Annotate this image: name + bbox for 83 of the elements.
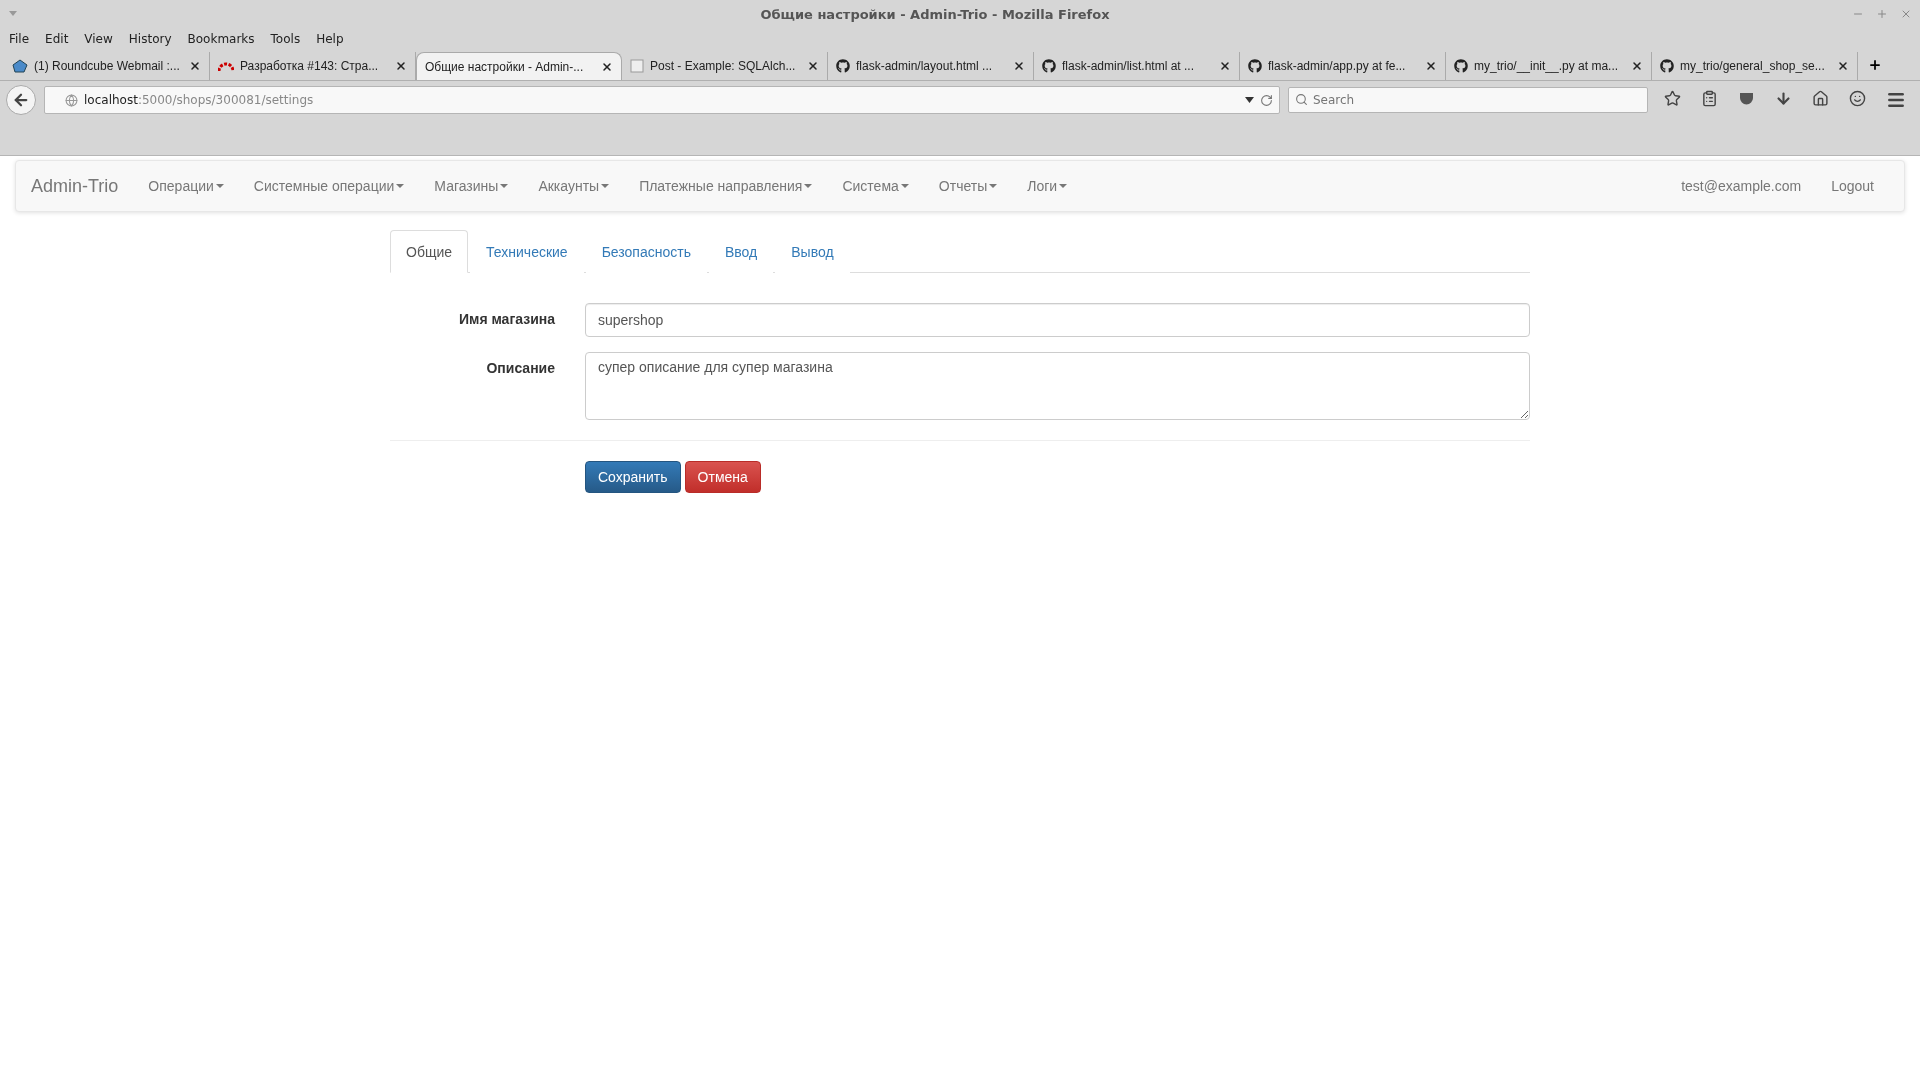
github-icon [1042, 59, 1056, 73]
github-icon [1660, 59, 1674, 73]
caret-icon [804, 184, 813, 188]
field-label: Описание [485, 359, 555, 378]
nav-dropdown[interactable]: Системные операции [238, 178, 420, 194]
tab-title: (1) Roundcube Webmail :... [34, 59, 181, 73]
window-title: Общие настройки - Admin-Trio - Mozilla Firefox [759, 6, 1111, 22]
reload-icon[interactable] [1260, 93, 1273, 107]
caret-icon [215, 184, 224, 188]
github-icon [1454, 59, 1468, 73]
settings-tab[interactable]: Общие [390, 230, 469, 273]
shield-icon[interactable] [1738, 90, 1755, 107]
tab-title: Post - Example: SQLAlch... [650, 59, 797, 73]
menu-item[interactable]: Edit [40, 32, 74, 46]
caret-icon [989, 184, 998, 188]
close-icon[interactable] [1013, 60, 1025, 72]
nav-dropdown[interactable]: Операции [133, 178, 239, 194]
menu-item[interactable]: Bookmarks [182, 32, 260, 46]
new-tab-icon[interactable] [1868, 58, 1882, 72]
caret-icon [500, 184, 509, 188]
tab-title: flask-admin/list.html at ... [1062, 59, 1196, 73]
close-icon[interactable] [601, 60, 613, 73]
menu-icon[interactable] [1886, 90, 1906, 110]
menu-item[interactable]: File [4, 32, 35, 46]
star-icon[interactable] [1664, 90, 1681, 107]
close-icon[interactable] [1219, 60, 1231, 72]
menu-item[interactable]: Help [311, 32, 349, 46]
smiley-icon[interactable] [1849, 90, 1866, 107]
globe-icon [65, 93, 78, 107]
browser-tab[interactable]: flask-admin/app.py at fe... [1240, 52, 1446, 80]
download-icon[interactable] [1775, 90, 1792, 107]
browser-tab[interactable]: flask-admin/list.html at ... [1034, 52, 1240, 80]
url-field[interactable]: localhost:5000/shops/300081/settings [44, 86, 1280, 114]
caret-icon [601, 184, 610, 188]
menu-item[interactable]: History [123, 32, 177, 46]
menu-item[interactable]: Tools [265, 32, 306, 46]
field-label: Имя магазина [457, 310, 555, 329]
nav-dropdown[interactable]: Система [827, 178, 924, 194]
github-icon [1248, 59, 1262, 73]
tab-title: Общие настройки - Admin-... [425, 59, 585, 74]
page-icon [630, 59, 644, 73]
nav-dropdown[interactable]: Платежные направления [624, 178, 828, 194]
nav-dropdown[interactable]: Отчеты [923, 178, 1013, 194]
caret-icon [1059, 184, 1068, 188]
brand-link[interactable]: Admin-Trio [31, 175, 119, 197]
tab-title: flask-admin/app.py at fe... [1268, 59, 1407, 73]
browser-tab[interactable]: my_trio/__init__.py at ma... [1446, 52, 1652, 80]
search-field[interactable]: Search [1288, 87, 1648, 113]
nav-dropdown[interactable]: Логи [1012, 178, 1083, 194]
save-button[interactable]: Сохранить [585, 461, 681, 493]
tab-title: my_trio/__init__.py at ma... [1474, 59, 1620, 73]
search-icon [1295, 93, 1308, 106]
tab-title: my_trio/general_shop_se... [1680, 59, 1826, 73]
clipboard-icon[interactable] [1701, 90, 1718, 107]
url-text: localhost:5000/shops/300081/settings [84, 93, 315, 107]
nav-dropdown[interactable]: Магазины [419, 178, 524, 194]
browser-tab[interactable]: (1) Roundcube Webmail :... [4, 52, 210, 80]
browser-tab[interactable]: my_trio/general_shop_se... [1652, 52, 1858, 80]
logout-link[interactable]: Logout [1816, 178, 1889, 194]
github-icon [836, 59, 850, 73]
user-link[interactable]: test@example.com [1666, 178, 1817, 194]
home-icon[interactable] [1812, 90, 1829, 107]
close-icon[interactable] [807, 60, 819, 72]
browser-tab[interactable]: Общие настройки - Admin-... [416, 52, 622, 80]
name-field[interactable]: supershop [585, 303, 1530, 337]
back-button[interactable] [6, 85, 36, 115]
close-icon[interactable] [395, 60, 407, 72]
description-field[interactable]: супер описание для супер магазина [585, 352, 1530, 420]
tab-title: flask-admin/layout.html ... [856, 59, 994, 73]
arc-icon [218, 60, 234, 72]
caret-icon [396, 184, 405, 188]
caret-icon [900, 184, 909, 188]
close-icon[interactable] [1837, 60, 1849, 72]
tab-title: Разработка #143: Стра... [240, 59, 380, 73]
browser-tab[interactable]: Post - Example: SQLAlch... [622, 52, 828, 80]
nav-dropdown[interactable]: Аккаунты [523, 178, 625, 194]
close-icon[interactable] [1425, 60, 1437, 72]
close-icon[interactable] [1631, 60, 1643, 72]
close-icon[interactable] [189, 60, 201, 72]
menu-item[interactable]: View [79, 32, 118, 46]
cancel-button[interactable]: Отмена [684, 461, 761, 493]
browser-tab[interactable]: flask-admin/layout.html ... [828, 52, 1034, 80]
dropdown-icon[interactable] [1245, 97, 1254, 103]
